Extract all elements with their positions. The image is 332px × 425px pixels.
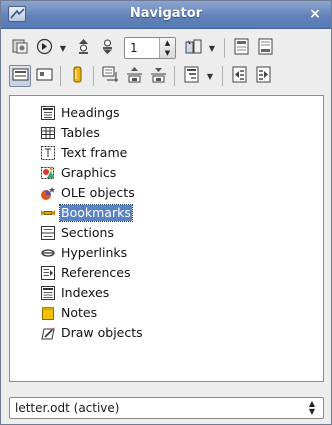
toolbar-separator [224,38,225,58]
demote-level-icon [255,66,272,86]
navigation-dropdown-arrow[interactable]: ▼ [57,37,69,59]
next-object-icon [99,38,116,58]
list-box-toggle-icon [12,66,29,86]
page-number-field[interactable]: 1 [125,38,159,58]
tree-item-label: Tables [61,125,100,140]
tree-item-label: Notes [61,305,98,320]
list-box-toggle-button[interactable] [9,65,31,87]
toolbar-separator [222,66,223,86]
ole-objects-icon [40,185,56,201]
footer-button[interactable] [254,37,276,59]
page-number-stepper[interactable]: 1 ▲ ▼ [124,37,176,59]
tree-item-indexes[interactable]: Indexes [40,284,110,302]
toolbar-separator [174,66,175,86]
tree-item-references[interactable]: References [40,264,131,282]
toolbar-separator [93,66,94,86]
toolbar-separator [60,66,61,86]
tree-item-bookmarks[interactable]: Bookmarks [40,204,133,222]
demote-chapter-icon [150,66,167,86]
previous-object-icon [75,38,92,58]
page-up-arrow[interactable]: ▲ [160,38,175,48]
tree-item-ole-objects[interactable]: OLE objects [40,184,136,202]
content-view-button[interactable] [9,37,31,59]
text-frame-icon [40,145,56,161]
headings-icon [40,105,56,121]
footer-icon [257,38,274,58]
header-button[interactable] [230,37,252,59]
content-toggle-button[interactable] [33,65,55,87]
indexes-icon [40,285,56,301]
previous-object-button[interactable] [72,37,94,59]
tree-item-label: Draw objects [61,325,143,340]
tree-item-hyperlinks[interactable]: Hyperlinks [40,244,128,262]
promote-level-icon [231,66,248,86]
tree-item-sections[interactable]: Sections [40,224,115,242]
bookmarks-icon [40,205,56,221]
tree-item-label: Hyperlinks [61,245,128,260]
updown-arrows-icon: ▲ ▼ [308,399,316,416]
drag-mode-button[interactable] [182,37,204,59]
promote-level-button[interactable] [228,65,250,87]
references-icon [40,265,56,281]
hyperlinks-icon [40,245,56,261]
next-object-button[interactable] [96,37,118,59]
content-toggle-icon [36,66,53,86]
tree-item-tables[interactable]: Tables [40,124,101,142]
drag-mode-icon [185,38,202,58]
page-down-arrow[interactable]: ▼ [160,48,175,58]
anchor-button[interactable] [99,65,121,87]
heading-levels-icon [183,66,200,86]
sections-icon [40,225,56,241]
promote-chapter-button[interactable] [123,65,145,87]
tree-item-label: References [61,265,131,280]
document-select[interactable]: letter.odt (active) ▲ ▼ [9,397,324,419]
heading-levels-dropdown-arrow[interactable]: ▼ [204,65,216,87]
reminder-icon [69,66,86,86]
tree-item-headings[interactable]: Headings [40,104,121,122]
draw-objects-icon [40,325,56,341]
tree-item-label: Indexes [61,285,110,300]
navigator-window: Navigator × ▼ 1 ▲ ▼ ▼ ▼ Headings Tables … [0,0,332,425]
tree-item-draw-objects[interactable]: Draw objects [40,324,144,342]
demote-chapter-button[interactable] [147,65,169,87]
tree-item-graphics[interactable]: Graphics [40,164,117,182]
page-number-spin-buttons: ▲ ▼ [159,38,175,58]
reminder-button[interactable] [66,65,88,87]
heading-levels-button[interactable] [180,65,202,87]
navigation-icon [36,38,53,58]
graphics-icon [40,165,56,181]
tree-item-notes[interactable]: Notes [40,304,98,322]
tree-item-label: OLE objects [61,185,135,200]
content-view-icon [12,38,29,58]
close-button[interactable]: × [307,5,323,23]
navigation-button[interactable] [33,37,55,59]
tree-item-label: Headings [61,105,120,120]
window-title: Navigator [129,6,203,21]
tree-item-label: Graphics [61,165,117,180]
tree-item-text-frame[interactable]: Text frame [40,144,128,162]
tree-item-label: Sections [61,225,114,240]
header-icon [233,38,250,58]
tree-item-label: Text frame [61,145,128,160]
navigator-content-tree[interactable]: Headings Tables Text frame Graphics OLE [9,95,324,382]
toolbar-row-1: ▼ 1 ▲ ▼ ▼ [9,35,278,61]
demote-level-button[interactable] [252,65,274,87]
toolbar-row-2: ▼ [9,63,276,89]
document-select-value: letter.odt (active) [15,401,120,415]
drag-mode-dropdown-arrow[interactable]: ▼ [206,37,218,59]
title-bar[interactable]: Navigator × [1,1,331,29]
anchor-icon [102,66,119,86]
tree-item-label: Bookmarks [59,204,133,222]
notes-icon [40,305,56,321]
tables-icon [40,125,56,141]
promote-chapter-icon [126,66,143,86]
